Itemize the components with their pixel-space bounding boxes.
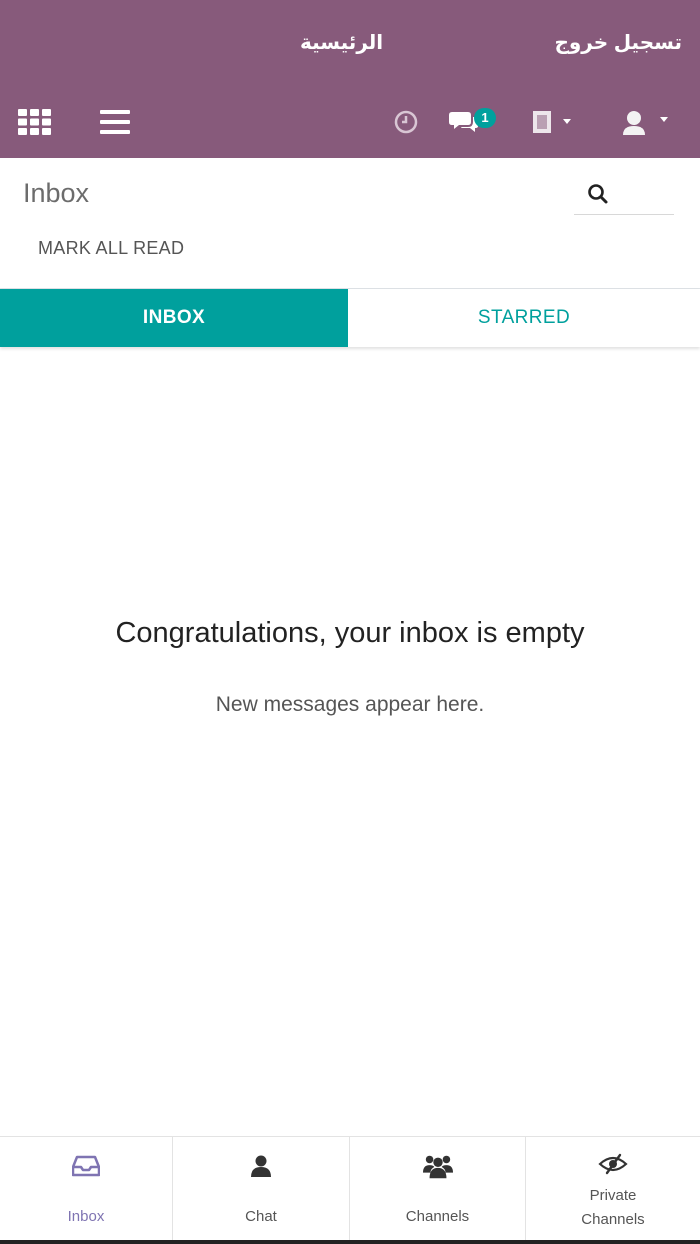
nav-label-inbox: Inbox: [67, 1208, 105, 1225]
nav-item-chat[interactable]: Chat: [173, 1137, 350, 1241]
top-navbar: تسجيل خروج الرئيسية 1: [0, 0, 700, 158]
building-icon[interactable]: [530, 108, 580, 136]
clock-icon[interactable]: [392, 108, 420, 136]
bottom-navigation: Inbox Chat Channels Private Channels: [0, 1136, 700, 1241]
hamburger-menu-icon[interactable]: [98, 108, 132, 136]
page-title: Inbox: [23, 178, 90, 208]
users-group-icon: [422, 1153, 453, 1179]
tab-inbox[interactable]: INBOX: [0, 289, 348, 347]
control-panel: Inbox MARK ALL READ: [0, 158, 700, 289]
nav-item-channels[interactable]: Channels: [350, 1137, 526, 1241]
empty-state-subtitle: New messages appear here.: [215, 693, 485, 716]
nav-label-private-channels: Private Channels: [581, 1187, 645, 1228]
nav-item-inbox[interactable]: Inbox: [0, 1137, 173, 1241]
search-input[interactable]: [574, 178, 674, 215]
tab-starred[interactable]: STARRED: [348, 289, 700, 347]
user-avatar-icon[interactable]: [618, 106, 678, 138]
nav-label-channels: Channels: [405, 1208, 470, 1225]
mailbox-tabs: INBOX STARRED: [0, 289, 700, 347]
mark-all-read-button[interactable]: MARK ALL READ: [38, 238, 184, 259]
inbox-tray-icon: [71, 1153, 101, 1179]
home-link[interactable]: الرئيسية: [300, 30, 383, 55]
nav-label-chat: Chat: [245, 1208, 277, 1225]
user-icon: [246, 1153, 276, 1179]
discuss-app: تسجيل خروج الرئيسية 1 Inbox MARK ALL REA…: [0, 0, 700, 1244]
eye-slash-icon: [598, 1151, 628, 1177]
apps-grid-icon[interactable]: [18, 108, 52, 136]
search-icon[interactable]: [586, 182, 610, 206]
logout-link[interactable]: تسجيل خروج: [554, 30, 682, 55]
nav-item-private-channels[interactable]: Private Channels: [526, 1137, 700, 1241]
unread-count-badge: 1: [474, 108, 496, 128]
bottom-edge-bar: [0, 1240, 700, 1244]
empty-state-title: Congratulations, your inbox is empty: [115, 617, 585, 649]
